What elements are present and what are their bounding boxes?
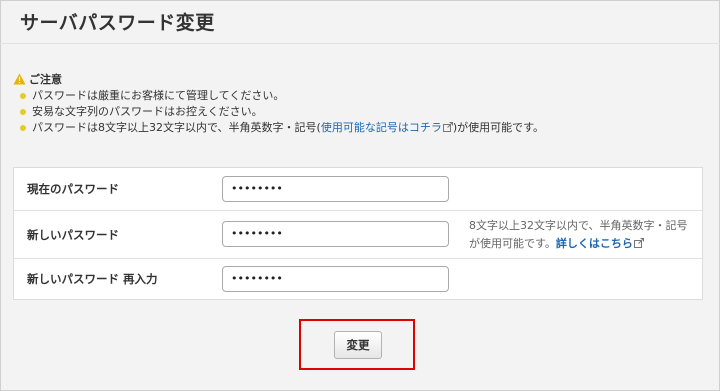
bullet-icon [20,109,26,115]
notice-item-text-end: )が使用可能です。 [452,121,545,134]
form-row-confirm-password: 新しいパスワード 再入力 •••••••• [14,259,702,299]
notice-list: パスワードは厳重にお客様にて管理してください。 安易な文字列のパスワードはお控え… [13,88,703,136]
warning-icon [13,73,26,84]
change-button[interactable]: 変更 [334,331,382,359]
current-password-label: 現在のパスワード [27,182,119,196]
notice-item-text: 安易な文字列のパスワードはお控えください。 [32,105,263,118]
new-password-input[interactable]: •••••••• [222,221,449,247]
external-link-icon [442,122,453,132]
usable-symbols-link-text[interactable]: 使用可能な記号はコチラ [321,121,442,134]
details-link-text[interactable]: 詳しくはこちら [556,237,633,250]
usable-symbols-link[interactable]: 使用可能な記号はコチラ [321,121,453,134]
details-link[interactable]: 詳しくはこちら [556,237,644,250]
current-password-input[interactable]: •••••••• [222,176,449,202]
bullet-icon [20,125,26,131]
bullet-icon [20,93,26,99]
password-hint: 8文字以上32文字以内で、半角英数字・記号が使用可能です。詳しくはこちら [469,217,697,253]
notice-heading-text: ご注意 [29,72,62,86]
form-row-current-password: 現在のパスワード •••••••• [14,168,702,211]
new-password-label: 新しいパスワード [27,228,119,242]
notice-item: パスワードは8文字以上32文字以内で、半角英数字・記号(使用可能な記号はコチラ)… [13,120,703,136]
password-form: 現在のパスワード •••••••• 新しいパスワード •••••••• 8文字以… [13,167,703,300]
notice-section: ご注意 パスワードは厳重にお客様にて管理してください。 安易な文字列のパスワード… [13,71,703,136]
page-title: サーバパスワード変更 [20,12,215,34]
notice-item: 安易な文字列のパスワードはお控えください。 [13,104,703,120]
notice-item-text: パスワードは厳重にお客様にて管理してください。 [32,89,285,102]
confirm-password-input[interactable]: •••••••• [222,266,449,292]
external-link-icon [633,238,644,248]
title-divider [0,43,720,44]
form-row-new-password: 新しいパスワード •••••••• 8文字以上32文字以内で、半角英数字・記号が… [14,211,702,259]
notice-item: パスワードは厳重にお客様にて管理してください。 [13,88,703,104]
notice-item-text: パスワードは8文字以上32文字以内で、半角英数字・記号( [32,121,321,134]
notice-heading: ご注意 [13,71,703,86]
confirm-password-label: 新しいパスワード 再入力 [27,272,158,286]
